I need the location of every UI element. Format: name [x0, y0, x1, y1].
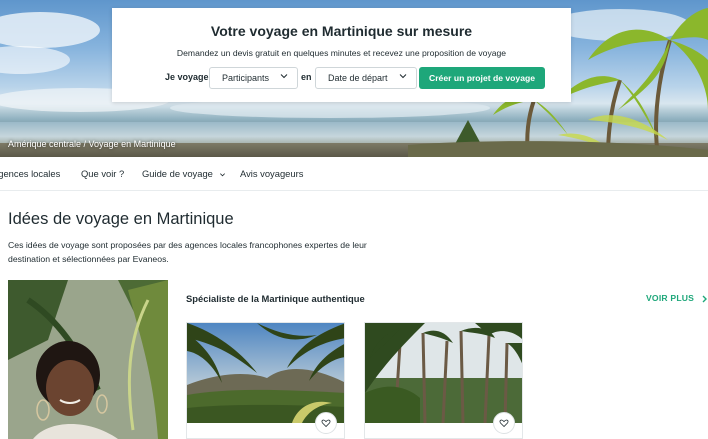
- trip-card[interactable]: [186, 322, 345, 439]
- create-trip-button[interactable]: Créer un projet de voyage: [419, 67, 545, 89]
- participants-select[interactable]: Participants: [209, 67, 298, 89]
- favorite-button[interactable]: [315, 412, 337, 434]
- departure-date-select[interactable]: Date de départ: [315, 67, 417, 89]
- nav-item-travel-guide-label: Guide de voyage: [142, 168, 213, 179]
- nav-item-travel-guide[interactable]: Guide de voyage: [142, 168, 226, 179]
- trip-image-palms: [365, 323, 522, 423]
- connector-label: en: [301, 72, 312, 82]
- trip-image-landscape: [187, 323, 344, 423]
- search-row: Je voyage Participants en Date de départ…: [112, 67, 571, 89]
- trip-card[interactable]: [364, 322, 523, 439]
- chevron-down-icon: [280, 74, 288, 79]
- page-intro: Ces idées de voyage sont proposées par d…: [8, 240, 367, 264]
- departure-date-value: Date de départ: [328, 73, 388, 83]
- nav-item-what-to-see[interactable]: Que voir ?: [81, 168, 124, 179]
- chevron-down-icon: [399, 74, 407, 79]
- agent-portrait: [8, 280, 168, 439]
- favorite-button[interactable]: [493, 412, 515, 434]
- see-more-link[interactable]: VOIR PLUS: [646, 293, 708, 303]
- agency-section-title: Spécialiste de la Martinique authentique: [186, 293, 365, 304]
- hero-subtitle: Demandez un devis gratuit en quelques mi…: [176, 48, 507, 58]
- see-more-label: VOIR PLUS: [646, 293, 695, 303]
- heart-icon: [321, 419, 331, 428]
- hero-title: Votre voyage en Martinique sur mesure: [210, 23, 473, 39]
- page-title: Idées de voyage en Martinique: [8, 210, 234, 228]
- participants-value: Participants: [222, 73, 270, 83]
- nav-item-traveler-reviews[interactable]: Avis voyageurs: [240, 168, 303, 179]
- arrow-right-icon: [702, 295, 707, 303]
- trip-request-card: Votre voyage en Martinique sur mesure De…: [112, 8, 571, 102]
- trip-card-image: [187, 323, 344, 423]
- nav-item-local-agencies[interactable]: Agences locales: [0, 168, 60, 179]
- chevron-down-icon: [219, 173, 225, 177]
- breadcrumb[interactable]: Amérique centrale / Voyage en Martinique: [8, 139, 176, 149]
- destination-nav: Agences locales Que voir ? Guide de voya…: [0, 157, 708, 191]
- agent-photo: [8, 280, 168, 439]
- trip-card-image: [365, 323, 522, 423]
- heart-icon: [499, 419, 509, 428]
- travel-label: Je voyage: [165, 72, 209, 82]
